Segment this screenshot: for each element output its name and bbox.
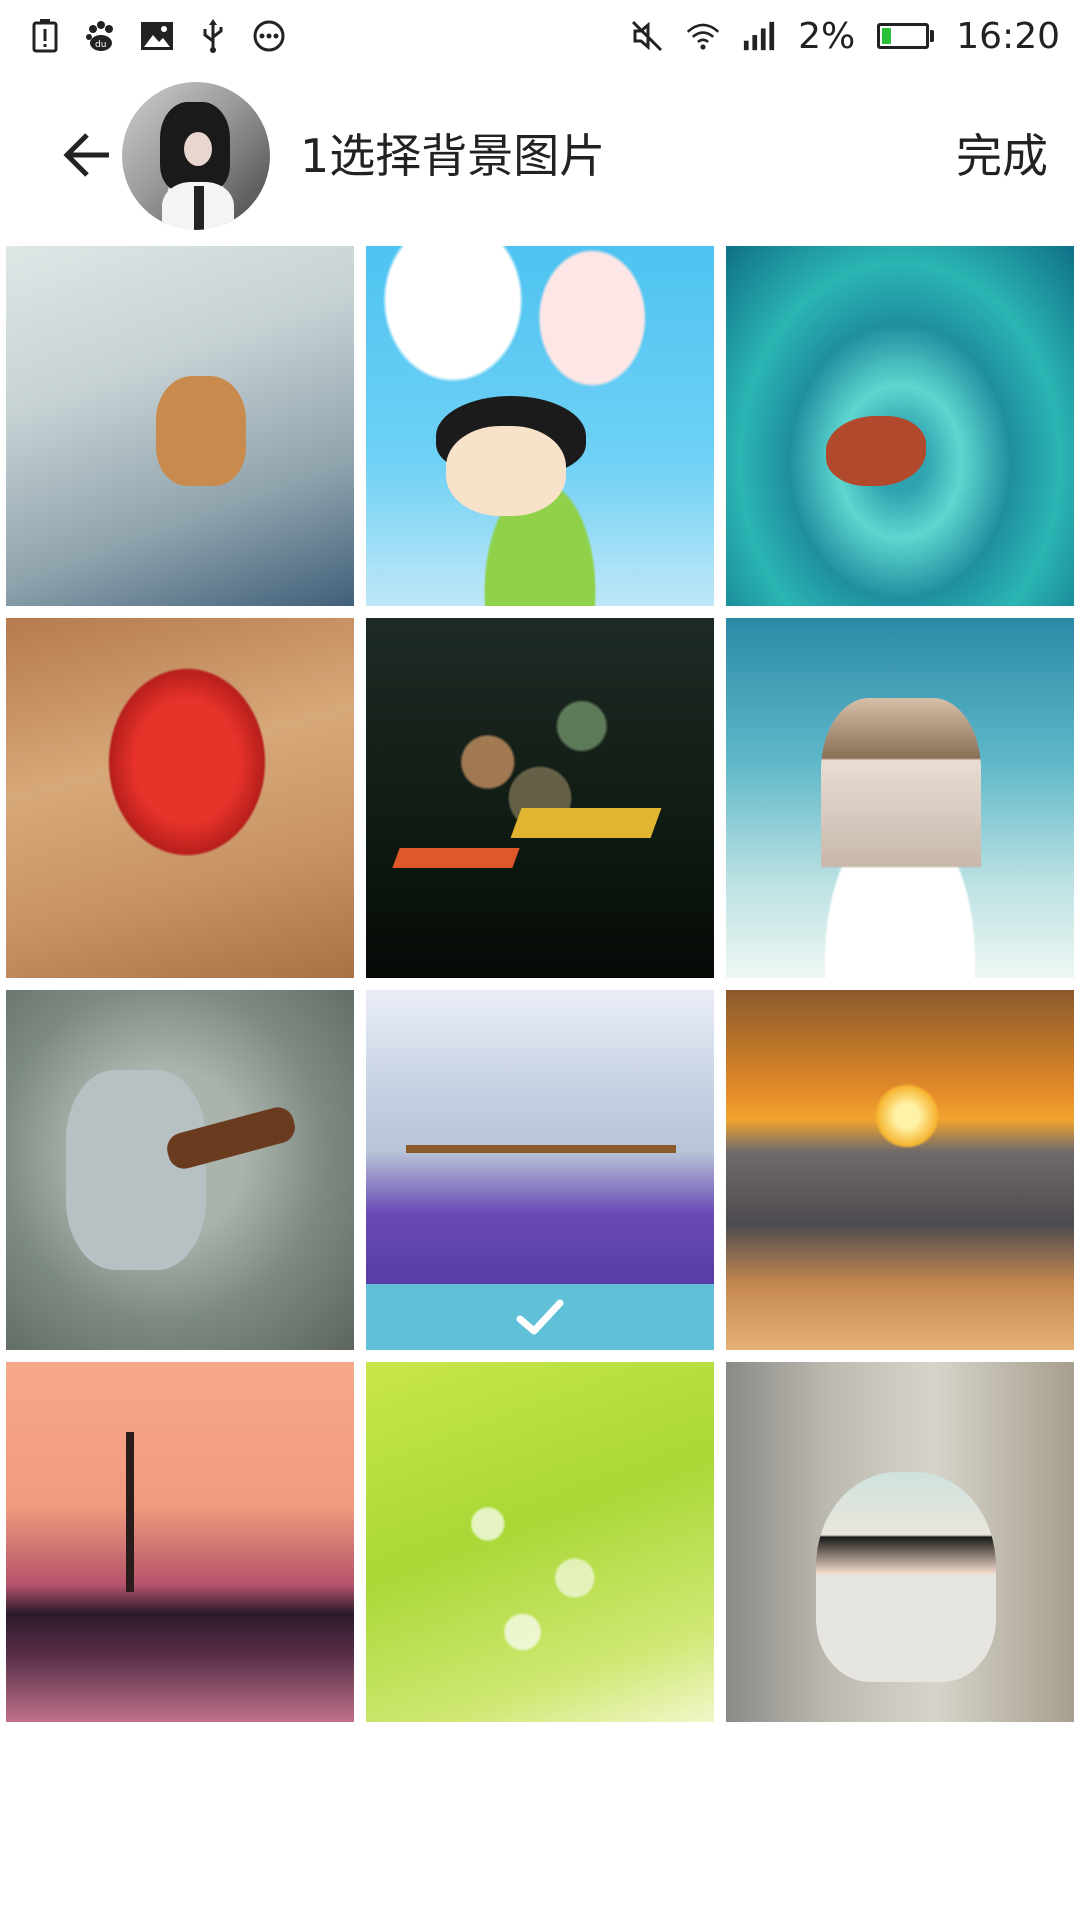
- usb-icon: [196, 19, 230, 53]
- tile-green-bokeh[interactable]: [366, 1362, 714, 1722]
- status-right-icons: 2% 16:20: [630, 16, 1060, 57]
- image-icon: [140, 19, 174, 53]
- battery-alert-icon: [28, 19, 62, 53]
- mute-icon: [630, 19, 664, 53]
- tile-cartoon-couple[interactable]: [726, 618, 1074, 978]
- arrow-left-icon: [63, 133, 109, 177]
- status-bar: du 2% 16:20: [0, 0, 1080, 72]
- status-left-icons: du: [28, 19, 286, 53]
- clock: 16:20: [956, 15, 1060, 57]
- signal-icon: [742, 19, 776, 53]
- svg-text:du: du: [95, 40, 106, 50]
- background-image-grid: [6, 246, 1074, 1722]
- done-button[interactable]: 完成: [956, 126, 1048, 186]
- wifi-icon: [686, 19, 720, 53]
- more-icon: [252, 19, 286, 53]
- battery-icon: [877, 23, 935, 49]
- page-title: 1选择背景图片: [300, 129, 606, 183]
- tile-cartoon-girl[interactable]: [366, 246, 714, 606]
- back-button[interactable]: [52, 120, 122, 190]
- tile-teddy-bear-bench[interactable]: [6, 246, 354, 606]
- tile-tree-reflection[interactable]: [6, 1362, 354, 1722]
- tile-sunset-beach[interactable]: [726, 990, 1074, 1350]
- tile-lavender-field[interactable]: [366, 990, 714, 1350]
- tile-strawberry[interactable]: [6, 618, 354, 978]
- tile-doll[interactable]: [726, 1362, 1074, 1722]
- battery-percent: 2%: [798, 15, 856, 57]
- tile-leaf-water[interactable]: [726, 246, 1074, 606]
- baidu-icon: du: [84, 19, 118, 53]
- tile-robot-cartoon[interactable]: [6, 990, 354, 1350]
- selected-indicator: [366, 1284, 714, 1350]
- avatar[interactable]: [122, 82, 270, 230]
- header: 1选择背景图片 完成: [0, 72, 1080, 244]
- tile-paper-cranes[interactable]: [366, 618, 714, 978]
- checkmark-icon: [516, 1299, 564, 1335]
